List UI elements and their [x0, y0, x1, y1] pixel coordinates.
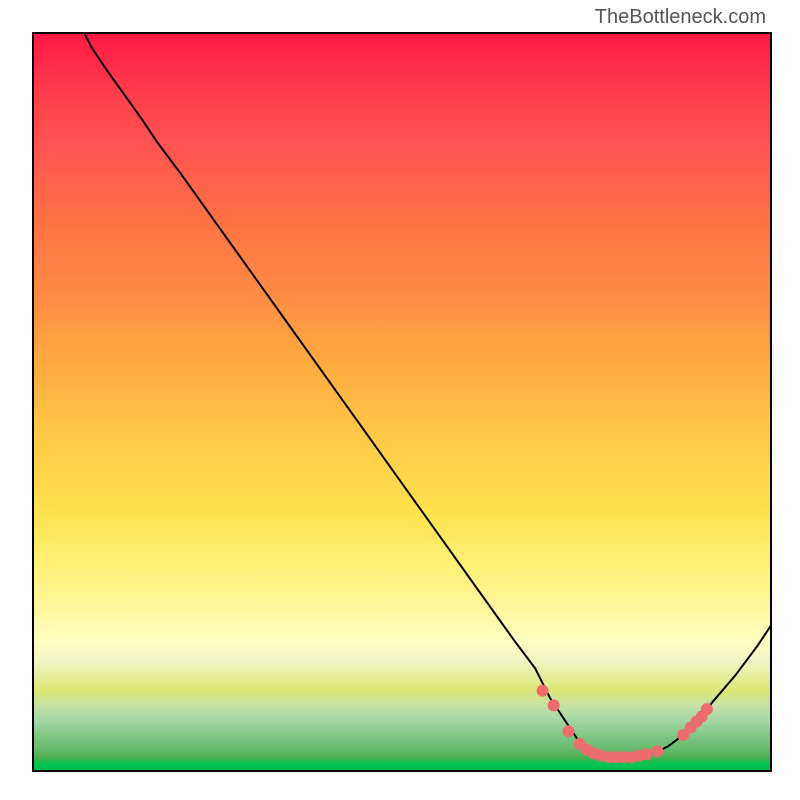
chart-border	[32, 32, 772, 772]
attribution-text: TheBottleneck.com	[595, 6, 766, 29]
chart-container: TheBottleneck.com	[0, 0, 800, 800]
